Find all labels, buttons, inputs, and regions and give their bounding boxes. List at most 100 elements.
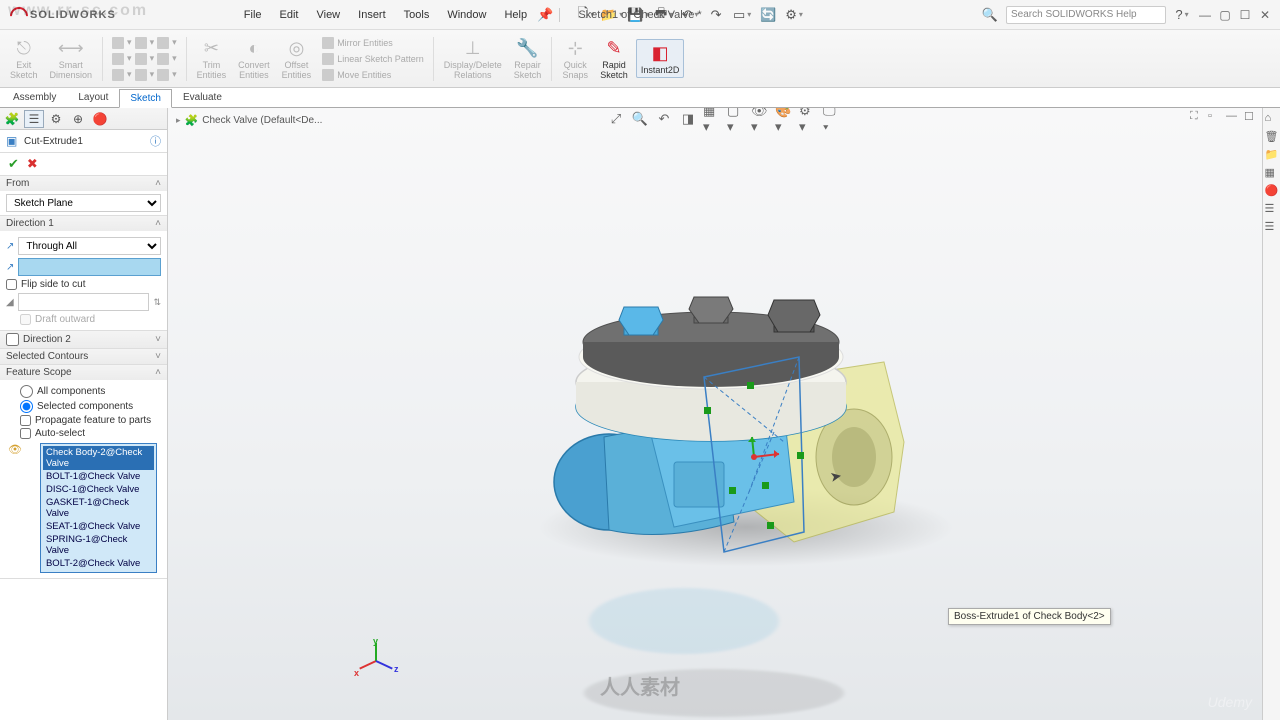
help-icon[interactable]: ?▾ <box>1174 7 1190 23</box>
tab-evaluate[interactable]: Evaluate <box>172 88 233 107</box>
edit-appearance-icon[interactable]: 🎨 ▾ <box>775 110 793 128</box>
graphics-viewport[interactable]: ▸ 🧩 Check Valve (Default<De... ⤢ 🔍 ↶ ◨ ▦… <box>168 108 1280 720</box>
move-entities[interactable]: Move Entities <box>319 68 427 82</box>
components-listbox[interactable]: Check Body-2@Check Valve BOLT-1@Check Va… <box>40 443 157 573</box>
draft-icon[interactable]: ◢ <box>6 297 14 308</box>
library-icon[interactable]: 📁 <box>1265 148 1279 162</box>
property-manager-icon[interactable]: ☰ <box>24 110 44 128</box>
resources-icon[interactable]: 🗑 <box>1265 130 1279 144</box>
from-select[interactable]: Sketch Plane <box>6 194 161 212</box>
select-icon[interactable]: ▭▾ <box>734 7 750 23</box>
breadcrumb[interactable]: ▸ 🧩 Check Valve (Default<De... <box>176 114 322 127</box>
orientation-triad[interactable]: x y z <box>356 640 396 680</box>
linear-pattern[interactable]: Linear Sketch Pattern <box>319 52 427 66</box>
from-header[interactable]: From˄ <box>0 176 167 191</box>
section-view-icon[interactable]: ◨ <box>679 110 697 128</box>
options-icon[interactable]: ⚙▾ <box>786 7 802 23</box>
pin-icon[interactable]: 📌 <box>537 7 553 23</box>
cancel-button[interactable]: ✖ <box>27 156 38 172</box>
flip-side-checkbox[interactable] <box>6 279 17 290</box>
restore-icon[interactable]: ▢ <box>1218 8 1232 22</box>
scene-icon[interactable]: ⚙ ▾ <box>799 110 817 128</box>
feature-tree-icon[interactable]: 🧩 <box>2 110 22 128</box>
rect-tool[interactable]: ▾ ▾ ▾ <box>109 52 180 66</box>
menu-insert[interactable]: Insert <box>350 7 394 23</box>
auto-select-checkbox[interactable] <box>20 428 31 439</box>
all-components-radio[interactable] <box>20 385 33 398</box>
menu-file[interactable]: File <box>236 7 270 23</box>
quick-snaps-button[interactable]: ⊹Quick Snaps <box>558 35 592 83</box>
appearance-icon[interactable]: 🔴 <box>90 110 110 128</box>
offset-entities-button[interactable]: ◎Offset Entities <box>278 35 316 83</box>
mirror-entities[interactable]: Mirror Entities <box>319 36 427 50</box>
display-style-icon[interactable]: ▢ ▾ <box>727 110 745 128</box>
close-icon[interactable]: ✕ <box>1258 8 1272 22</box>
show-icon[interactable]: 👁 <box>8 443 22 456</box>
forum-icon[interactable]: ☰ <box>1265 220 1279 234</box>
list-item[interactable]: BOLT-2@Check Valve <box>43 557 154 570</box>
repair-sketch-button[interactable]: 🔧Repair Sketch <box>510 35 546 83</box>
list-item[interactable]: DISC-1@Check Valve <box>43 483 154 496</box>
direction2-header[interactable]: Direction 2˅ <box>0 331 167 348</box>
reverse-direction-icon[interactable]: ↗ <box>6 241 14 252</box>
zoom-area-icon[interactable]: 🔍 <box>631 110 649 128</box>
expand-tree-icon[interactable]: ▸ <box>176 115 181 126</box>
menu-view[interactable]: View <box>308 7 348 23</box>
exit-sketch-button[interactable]: ⎋Exit Sketch <box>6 35 42 83</box>
direction1-header[interactable]: Direction 1˄ <box>0 216 167 231</box>
direction2-checkbox[interactable] <box>6 333 19 346</box>
direction-vector-input[interactable] <box>18 258 161 276</box>
list-item[interactable]: SEAT-1@Check Valve <box>43 520 154 533</box>
vp-expand-icon[interactable]: ⛶ <box>1190 110 1204 124</box>
menu-tools[interactable]: Tools <box>396 7 438 23</box>
list-item[interactable]: SPRING-1@Check Valve <box>43 533 154 557</box>
smart-dimension-button[interactable]: ⟷Smart Dimension <box>46 35 97 83</box>
config-icon[interactable]: ⚙ <box>46 110 66 128</box>
zoom-fit-icon[interactable]: ⤢ <box>607 110 625 128</box>
circle-tool[interactable]: ▾ ▾ ▾ <box>109 68 180 82</box>
trim-entities-button[interactable]: ✂Trim Entities <box>193 35 231 83</box>
redo-icon[interactable]: ↷ <box>708 7 724 23</box>
view-orient-icon[interactable]: ▦ ▾ <box>703 110 721 128</box>
vp-split-icon[interactable]: ▫ <box>1208 110 1222 124</box>
previous-view-icon[interactable]: ↶ <box>655 110 673 128</box>
selected-components-radio[interactable] <box>20 400 33 413</box>
list-item[interactable]: GASKET-1@Check Valve <box>43 496 154 520</box>
direction-icon[interactable]: ↗ <box>6 262 14 273</box>
tab-assembly[interactable]: Assembly <box>2 88 67 107</box>
search-input[interactable]: Search SOLIDWORKS Help <box>1006 6 1166 24</box>
tab-sketch[interactable]: Sketch <box>119 89 172 108</box>
view-palette-icon[interactable]: ▦ <box>1265 166 1279 180</box>
display-relations-button[interactable]: ⊥Display/Delete Relations <box>440 35 506 83</box>
hide-show-icon[interactable]: 👁 ▾ <box>751 110 769 128</box>
3d-model[interactable] <box>474 182 974 582</box>
selected-contours-header[interactable]: Selected Contours˅ <box>0 349 167 364</box>
vp-maximize-icon[interactable]: ☐ <box>1244 110 1258 124</box>
tab-layout[interactable]: Layout <box>67 88 119 107</box>
maximize-icon[interactable]: ☐ <box>1238 8 1252 22</box>
vp-minimize-icon[interactable]: — <box>1226 110 1240 124</box>
ok-button[interactable]: ✔ <box>8 156 19 172</box>
feature-scope-header[interactable]: Feature Scope˄ <box>0 365 167 380</box>
draft-input[interactable] <box>18 293 150 311</box>
appearances-icon[interactable]: 🔴 <box>1265 184 1279 198</box>
menu-help[interactable]: Help <box>496 7 535 23</box>
line-tool[interactable]: ▾ ▾ ▾ <box>109 36 180 50</box>
home-icon[interactable]: ⌂ <box>1265 112 1279 126</box>
list-item[interactable]: Check Body-2@Check Valve <box>43 446 154 470</box>
propagate-checkbox[interactable] <box>20 415 31 426</box>
list-item[interactable]: BOLT-1@Check Valve <box>43 470 154 483</box>
search-icon[interactable]: 🔍 <box>982 7 998 23</box>
menu-edit[interactable]: Edit <box>272 7 307 23</box>
minimize-icon[interactable]: — <box>1198 8 1212 22</box>
convert-entities-button[interactable]: ◐Convert Entities <box>234 35 274 83</box>
dim-icon[interactable]: ⊕ <box>68 110 88 128</box>
end-condition-select[interactable]: Through All <box>18 237 161 255</box>
help-icon[interactable]: ⓘ <box>150 133 161 149</box>
instant2d-button[interactable]: ◧Instant2D <box>636 39 685 79</box>
rebuild-icon[interactable]: 🔄 <box>760 7 776 23</box>
view-settings-icon[interactable]: 🖵 ▾ <box>823 110 841 128</box>
rapid-sketch-button[interactable]: ✎Rapid Sketch <box>596 35 632 83</box>
menu-window[interactable]: Window <box>439 7 494 23</box>
custom-props-icon[interactable]: ☰ <box>1265 202 1279 216</box>
